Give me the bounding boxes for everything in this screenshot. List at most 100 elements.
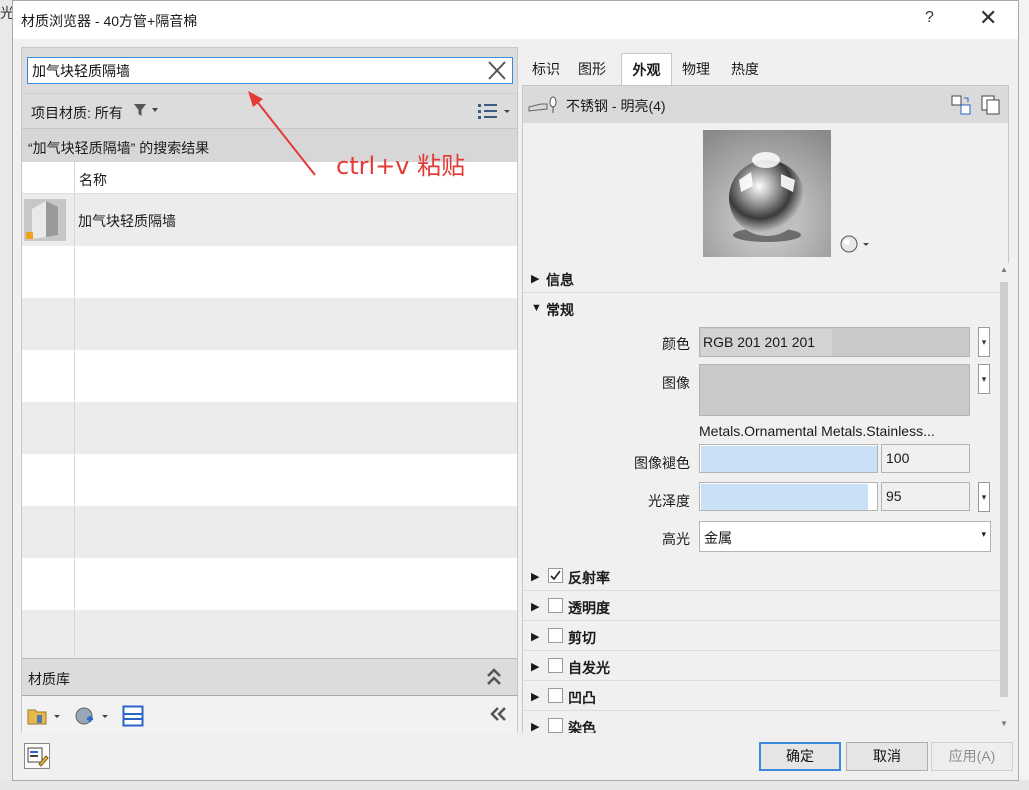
duplicate-asset-icon[interactable]: [980, 94, 1002, 116]
section-general[interactable]: ▼ 常规: [523, 293, 999, 323]
section-bump-label: 凹凸: [568, 690, 596, 706]
apply-button[interactable]: 应用(A): [931, 742, 1013, 771]
expand-icon: ▶: [531, 571, 540, 583]
empty-row: [22, 558, 517, 610]
background-window-edge: [0, 0, 12, 790]
self-illumination-checkbox[interactable]: [548, 658, 563, 673]
section-general-label: 常规: [546, 302, 574, 318]
help-button[interactable]: ?: [925, 9, 934, 27]
background-window-edge-bottom: [0, 780, 1029, 790]
section-tint-label: 染色: [568, 720, 596, 733]
asset-hand-icon: [528, 96, 557, 113]
section-bump[interactable]: ▶ 凹凸: [523, 681, 999, 711]
image-path[interactable]: Metals.Ornamental Metals.Stainless...: [699, 423, 935, 439]
scroll-down-icon[interactable]: ▼: [1000, 719, 1008, 728]
clear-search-icon[interactable]: [485, 59, 509, 82]
tab-identity[interactable]: 标识: [524, 53, 568, 86]
glossiness-fill: [701, 484, 868, 510]
properties-list: ▶ 信息 ▼ 常规 颜色 RGB 201 201 201 ▾ 图像 ▾ Meta…: [523, 263, 999, 733]
cutout-checkbox[interactable]: [548, 628, 563, 643]
section-info[interactable]: ▶ 信息: [523, 263, 999, 293]
tint-checkbox[interactable]: [548, 718, 563, 733]
section-self-illumination[interactable]: ▶ 自发光: [523, 651, 999, 681]
image-fade-fill: [701, 446, 877, 472]
color-value: RGB 201 201 201: [703, 334, 816, 350]
ok-button[interactable]: 确定: [759, 742, 841, 771]
library-panel-icon[interactable]: [122, 705, 144, 727]
material-row[interactable]: 加气块轻质隔墙: [22, 194, 517, 246]
preview-area: [523, 123, 1008, 263]
open-library-icon[interactable]: [26, 705, 64, 727]
material-library-bar: 材质库: [22, 658, 517, 694]
title-bar: 材质浏览器 - 40方管+隔音棉 ? ✕: [13, 1, 1018, 39]
scroll-up-icon[interactable]: ▲: [1000, 265, 1008, 274]
section-transparency-label: 透明度: [568, 600, 610, 616]
transparency-checkbox[interactable]: [548, 598, 563, 613]
section-cutout[interactable]: ▶ 剪切: [523, 621, 999, 651]
empty-row: [22, 454, 517, 506]
material-editor-toggle-icon[interactable]: [24, 743, 50, 769]
column-divider: [74, 162, 75, 658]
bump-checkbox[interactable]: [548, 688, 563, 703]
tab-thermal[interactable]: 热度: [723, 53, 767, 86]
asset-bar: 不锈钢 - 明亮(4): [523, 86, 1008, 123]
section-self-illumination-label: 自发光: [568, 660, 610, 676]
checkmark-icon: [550, 570, 561, 581]
cancel-button[interactable]: 取消: [846, 742, 928, 771]
image-fade-label: 图像褪色: [634, 455, 690, 471]
expand-icon: ▶: [531, 273, 540, 285]
section-reflectivity[interactable]: ▶ 反射率: [523, 561, 999, 591]
expand-icon: ▶: [531, 631, 540, 643]
image-fade-value[interactable]: 100: [881, 444, 970, 473]
empty-row: [22, 298, 517, 350]
replace-asset-icon[interactable]: [950, 94, 972, 116]
expand-icon: ▶: [531, 721, 540, 733]
section-transparency[interactable]: ▶ 透明度: [523, 591, 999, 621]
preview-options-icon[interactable]: [839, 233, 875, 255]
column-name-label: 名称: [79, 172, 107, 188]
image-fade-slider[interactable]: [699, 444, 878, 473]
image-swatch[interactable]: [699, 364, 970, 416]
color-label: 颜色: [662, 336, 690, 352]
properties-scrollbar[interactable]: ▲ ▼: [999, 263, 1009, 733]
tab-graphics[interactable]: 图形: [570, 53, 614, 86]
glossiness-dropdown[interactable]: ▾: [978, 482, 990, 512]
material-library-label: 材质库: [28, 671, 70, 687]
asset-name: 不锈钢 - 明亮(4): [566, 98, 666, 114]
filter-dropdown-icon[interactable]: [132, 102, 162, 118]
highlight-select[interactable]: 金属 ▾: [699, 521, 991, 552]
tab-appearance[interactable]: 外观: [621, 53, 672, 86]
highlight-value: 金属: [704, 530, 732, 546]
glossiness-slider[interactable]: [699, 482, 878, 511]
collapse-left-icon[interactable]: [488, 705, 508, 723]
appearance-panel: 不锈钢 - 明亮(4) ▶ 信息 ▼ 常规 颜色 RGB 201 201 201…: [522, 85, 1009, 733]
view-options-icon[interactable]: [476, 101, 512, 121]
close-button[interactable]: ✕: [979, 5, 997, 31]
color-swatch[interactable]: RGB 201 201 201: [699, 327, 970, 357]
window-title: 材质浏览器 - 40方管+隔音棉: [21, 13, 198, 29]
reflectivity-checkbox[interactable]: [548, 568, 563, 583]
expand-icon: ▶: [531, 601, 540, 613]
tab-physical[interactable]: 物理: [674, 53, 718, 86]
image-dropdown[interactable]: ▾: [978, 364, 990, 394]
annotation-text: ctrl+v 粘贴: [336, 152, 466, 180]
tab-strip: 标识 图形 外观 物理 热度: [522, 53, 1009, 86]
search-results-title: “加气块轻质隔墙” 的搜索结果: [28, 140, 210, 156]
section-info-label: 信息: [546, 272, 574, 288]
scroll-thumb[interactable]: [1000, 282, 1008, 697]
empty-row: [22, 246, 517, 298]
filter-label: 项目材质: 所有: [31, 105, 123, 121]
empty-row: [22, 610, 517, 658]
highlight-label: 高光: [662, 531, 690, 547]
empty-row: [22, 506, 517, 558]
library-toolbar: [22, 695, 517, 733]
create-material-icon[interactable]: [74, 705, 112, 727]
search-input[interactable]: [28, 58, 483, 83]
section-reflectivity-label: 反射率: [568, 570, 610, 586]
section-tint[interactable]: ▶ 染色: [523, 711, 999, 733]
glossiness-value[interactable]: 95: [881, 482, 970, 511]
color-dropdown[interactable]: ▾: [978, 327, 990, 357]
glossiness-label: 光泽度: [648, 493, 690, 509]
collapse-up-icon[interactable]: [485, 667, 503, 687]
expand-icon: ▶: [531, 691, 540, 703]
